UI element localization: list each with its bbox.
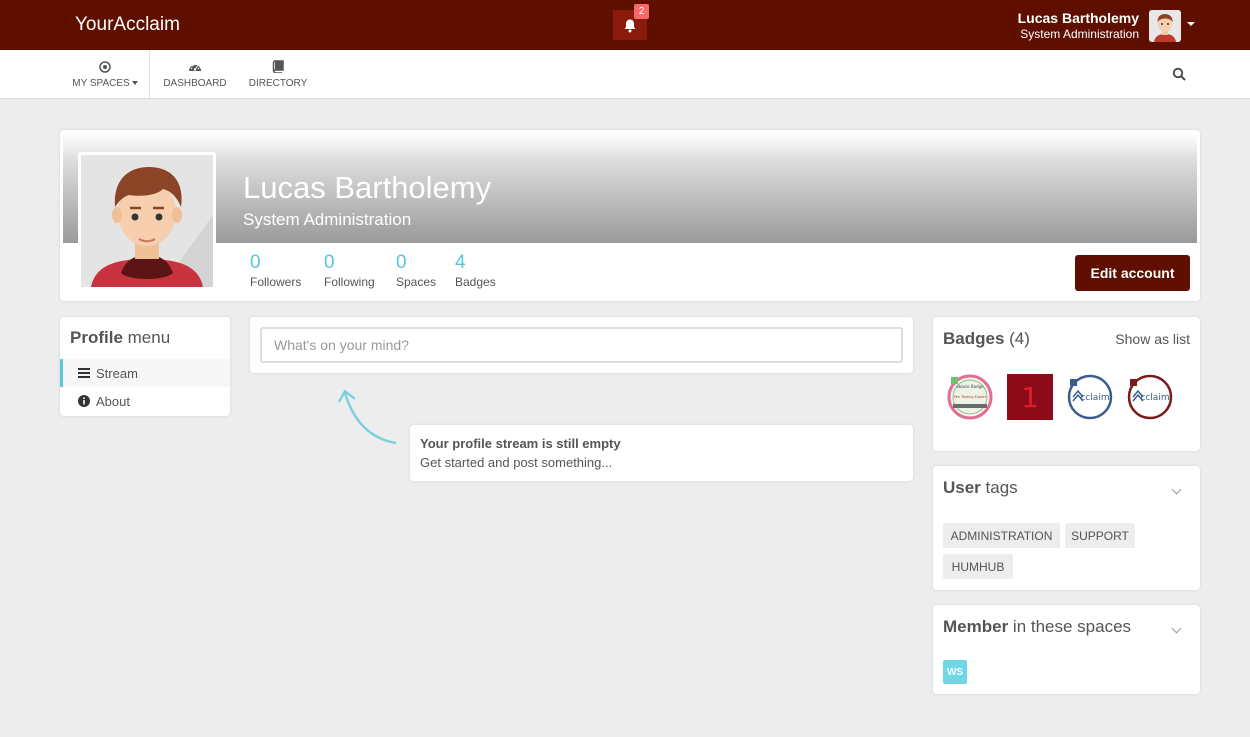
info-circle-icon [78, 395, 90, 407]
menu-item-label: Stream [96, 365, 138, 381]
svg-text:cclaim: cclaim [1080, 393, 1109, 403]
badge-acclaim-blue[interactable]: cclaim [1067, 374, 1113, 420]
empty-stream-title: Your profile stream is still empty [420, 436, 621, 451]
profile-title: System Administration [243, 210, 412, 229]
user-avatar[interactable] [1149, 10, 1181, 42]
user-tag[interactable]: HUMHUB [943, 554, 1013, 579]
stat-badges[interactable]: 4 Badges [455, 252, 496, 289]
user-tag[interactable]: SUPPORT [1065, 523, 1135, 548]
search-button[interactable] [1172, 67, 1188, 83]
stat-value: 0 [396, 252, 407, 273]
profile-banner [63, 133, 1197, 243]
bars-icon [78, 367, 90, 379]
stat-following[interactable]: 0 Following [324, 252, 375, 289]
nav-directory-label: DIRECTORY [248, 78, 308, 89]
post-input[interactable]: What's on your mind? [260, 327, 903, 363]
badge-pen-testing-expert[interactable]: ebacio Badge Pen Testing Expert [947, 374, 993, 420]
brand-logo[interactable]: YourAcclaim [75, 14, 180, 36]
chevron-down-icon[interactable] [1171, 484, 1182, 495]
nav-divider [149, 50, 150, 99]
nav-directory[interactable]: DIRECTORY [243, 50, 313, 99]
post-form: What's on your mind? [250, 317, 913, 373]
profile-menu: Profile menu Stream About [60, 317, 230, 416]
badge-number-one[interactable]: 1 [1007, 374, 1053, 420]
book-icon [272, 60, 284, 73]
main-menu: MY SPACES DASHBOARD DIRECTORY [0, 50, 1250, 99]
badges-title: Badges (4) [943, 329, 1030, 348]
user-tags-title: User tags [943, 478, 1018, 497]
stat-spaces[interactable]: 0 Spaces [396, 252, 436, 289]
edit-account-button[interactable]: Edit account [1075, 255, 1190, 291]
svg-text:1: 1 [1021, 381, 1039, 414]
svg-text:cclaim: cclaim [1140, 393, 1169, 403]
badges-panel: Badges (4) Show as list ebacio Badge Pen… [933, 317, 1200, 451]
stat-label: Followers [250, 275, 302, 289]
menu-item-label: About [96, 393, 130, 409]
profile-menu-title: Profile menu [70, 328, 171, 347]
user-menu-role[interactable]: System Administration [1020, 27, 1139, 41]
curved-arrow-icon [338, 389, 397, 445]
badge-acclaim-red[interactable]: cclaim [1127, 374, 1173, 420]
nav-my-spaces-label: MY SPACES [72, 77, 130, 89]
profile-name: Lucas Bartholemy [243, 170, 492, 205]
nav-dashboard-label: DASHBOARD [163, 77, 227, 89]
stat-label: Spaces [396, 275, 437, 289]
notification-count-badge: 2 [634, 4, 649, 19]
bell-icon [624, 19, 636, 32]
menu-item-about[interactable]: About [60, 387, 230, 415]
caret-down-icon [131, 80, 138, 85]
stat-value: 4 [455, 252, 466, 273]
stat-label: Following [324, 275, 375, 289]
empty-stream-subtitle: Get started and post something... [420, 455, 613, 470]
search-icon [1172, 67, 1186, 81]
dot-circle-icon [99, 60, 111, 73]
user-menu-name[interactable]: Lucas Bartholemy [1018, 10, 1139, 26]
show-as-list-link[interactable]: Show as list [1115, 331, 1190, 347]
nav-dashboard[interactable]: DASHBOARD [160, 50, 230, 99]
svg-text:ebacio Badge: ebacio Badge [956, 384, 984, 389]
stat-value: 0 [250, 252, 261, 273]
member-spaces-title: Member in these spaces [943, 617, 1132, 636]
member-spaces-panel: Member in these spaces WS [933, 605, 1200, 694]
notifications-button[interactable]: 2 [613, 4, 649, 40]
user-tag[interactable]: ADMINISTRATION [943, 523, 1060, 548]
nav-my-spaces[interactable]: MY SPACES [70, 50, 140, 99]
space-avatar[interactable]: WS [943, 660, 967, 684]
top-navbar: YourAcclaim 2 Lucas Bartholemy System Ad… [0, 0, 1250, 50]
stat-value: 0 [324, 252, 335, 273]
stat-label: Badges [455, 275, 496, 289]
svg-text:Pen Testing Expert: Pen Testing Expert [954, 395, 987, 399]
menu-item-stream[interactable]: Stream [60, 359, 230, 387]
dashboard-icon [189, 64, 201, 71]
empty-stream-message: Your profile stream is still empty Get s… [410, 425, 913, 481]
profile-header: Lucas Bartholemy System Administration 0… [60, 130, 1200, 301]
profile-image[interactable] [78, 152, 216, 290]
user-menu-caret-icon[interactable] [1187, 22, 1195, 26]
stat-followers[interactable]: 0 Followers [250, 252, 301, 289]
user-tags-panel: User tags ADMINISTRATION SUPPORT HUMHUB [933, 466, 1200, 590]
chevron-down-icon[interactable] [1171, 623, 1182, 634]
